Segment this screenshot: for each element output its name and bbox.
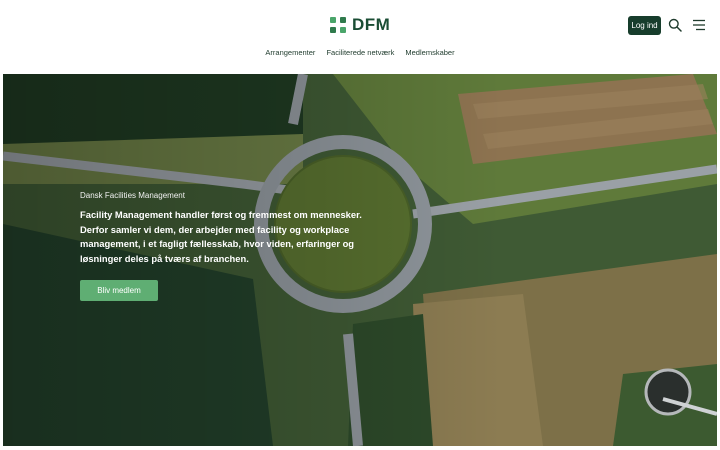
nav-item-arrangementer[interactable]: Arrangementer <box>265 48 315 57</box>
search-icon[interactable] <box>668 18 682 32</box>
hero-eyebrow: Dansk Facilities Management <box>80 191 185 200</box>
nav-item-faciliterede-netvaerk[interactable]: Faciliterede netværk <box>326 48 394 57</box>
logo[interactable]: DFM <box>330 15 391 34</box>
become-member-button[interactable]: Bliv medlem <box>80 280 158 301</box>
site-header: DFM Log ind Arrangementer Faciliterede n… <box>0 0 720 72</box>
main-nav: Arrangementer Faciliterede netværk Medle… <box>0 48 720 57</box>
logo-text: DFM <box>352 15 391 34</box>
hamburger-menu-icon[interactable] <box>692 19 706 31</box>
hero-section: Dansk Facilities Management Facility Man… <box>3 74 717 446</box>
hero-headline: Facility Management handler først og fre… <box>80 209 362 264</box>
dfm-logo-icon <box>330 17 346 33</box>
login-button[interactable]: Log ind <box>628 16 661 35</box>
nav-item-medlemskaber[interactable]: Medlemskaber <box>405 48 454 57</box>
